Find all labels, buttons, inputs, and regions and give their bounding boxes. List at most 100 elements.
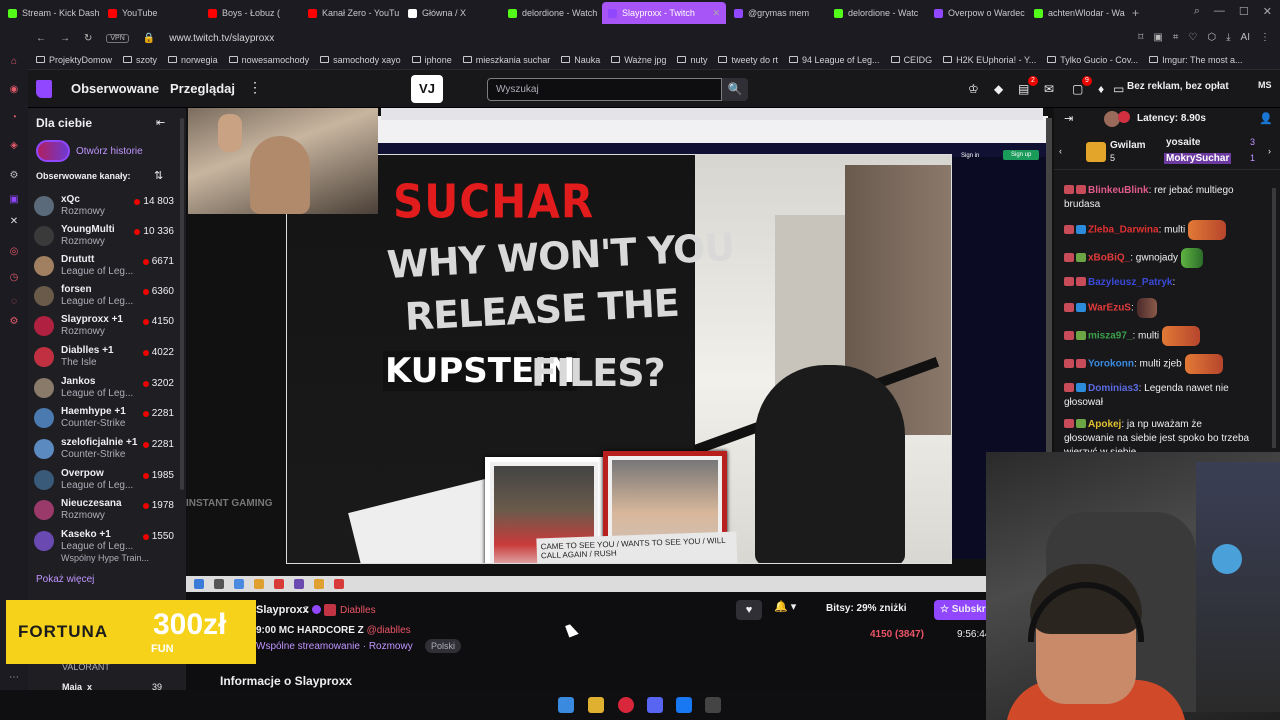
subscribe-button[interactable]: ☆ Subskrybuj <box>934 600 986 620</box>
browser-tab[interactable]: @grymas mem <box>728 2 826 24</box>
inbox-icon[interactable]: ▤ <box>1018 82 1029 96</box>
file-explorer-icon[interactable] <box>588 697 604 713</box>
story-avatar[interactable] <box>36 140 70 162</box>
browser-tab[interactable]: YouTube <box>102 2 200 24</box>
new-tab-button[interactable]: + <box>1132 6 1139 20</box>
chat-username[interactable]: xBoBiQ_ <box>1088 253 1130 264</box>
follow-button[interactable]: ♥ <box>736 600 762 620</box>
browser-tab[interactable]: Stream - Kick Dash <box>2 2 100 24</box>
followed-channel[interactable]: szeloficjalnie +1 Counter-Strike 2281 <box>34 435 174 465</box>
bookmark-item[interactable]: iphone <box>411 55 452 65</box>
followed-channel[interactable]: Kaseko +1 League of Leg... 1550 Wspólny Hyp… <box>34 527 174 563</box>
user-avatar[interactable]: MS <box>1258 80 1272 90</box>
followed-channel[interactable]: xQc Rozmowy 14 803 <box>34 192 174 222</box>
clock-icon[interactable]: ◷ <box>8 272 20 284</box>
minimize-icon[interactable]: — <box>1214 5 1225 18</box>
browser-tab[interactable]: Slayproxx - Twitch ✕ <box>602 2 726 24</box>
bookmark-icon[interactable]: ⌑ <box>1138 32 1143 43</box>
back-icon[interactable]: ← <box>36 33 46 44</box>
sidebar-settings-icon[interactable]: ⚙ <box>8 316 20 328</box>
followed-channel[interactable]: forsen League of Leg... 6360 <box>34 282 174 312</box>
gift-user-3[interactable]: MokrySuchar <box>1164 153 1232 164</box>
bookmark-item[interactable]: nowesamochody <box>228 55 309 65</box>
gift-user-2[interactable]: yosaite <box>1166 137 1200 148</box>
bookmark-item[interactable]: CEIDG <box>890 55 932 65</box>
sponsor-ad[interactable]: FORTUNA 300zł FUN <box>6 600 256 664</box>
bookmark-item[interactable]: szoty <box>123 55 157 65</box>
browser-tab[interactable]: Overpow o Wardec <box>928 2 1026 24</box>
bookmark-item[interactable]: H2K EUphoria! - Y... <box>943 55 1036 65</box>
stream-category[interactable]: Wspólne streamowanie · Rozmowy <box>256 641 413 652</box>
open-stories-link[interactable]: Otwórz historie <box>76 146 143 157</box>
heart-icon[interactable]: ♡ <box>1188 32 1197 43</box>
nav-browse-link[interactable]: Przeglądaj <box>170 81 235 96</box>
browser-tab[interactable]: Boys - Łobuz ( <box>202 2 300 24</box>
browser-tab[interactable]: achtenWlodar - Wa <box>1028 2 1126 24</box>
chevron-right-icon[interactable]: › <box>1268 146 1271 156</box>
search-button[interactable]: 🔍 <box>722 78 748 101</box>
language-tag[interactable]: Polski <box>425 639 462 653</box>
bookmark-item[interactable]: nuty <box>677 55 707 65</box>
followed-channel[interactable]: Overpow League of Leg... 1985 <box>34 466 174 496</box>
prime-icon[interactable]: ♦ <box>1098 82 1104 96</box>
nav-following-link[interactable]: Obserwowane <box>71 81 159 96</box>
chevron-left-icon[interactable]: ‹ <box>1059 146 1062 156</box>
followed-channel[interactable]: Slayproxx +1 Rozmowy 4150 <box>34 312 174 342</box>
bookmark-item[interactable]: samochody xayo <box>320 55 401 65</box>
bookmark-item[interactable]: mieszkania suchar <box>462 55 550 65</box>
extension-logo[interactable]: VJ <box>411 75 443 103</box>
aria-icon[interactable]: AI <box>1241 32 1250 43</box>
settings-icon[interactable]: ⚙ <box>8 170 20 182</box>
chat-username[interactable]: Apokej <box>1088 419 1121 430</box>
menu-icon[interactable]: ⋮ <box>1260 32 1270 43</box>
followed-channel[interactable]: Nieuczesana Rozmowy 1978 <box>34 496 174 526</box>
bits-discount[interactable]: Bitsy: 29% zniżki <box>826 603 907 614</box>
collapse-chat-icon[interactable]: ⇥ <box>1064 112 1073 125</box>
chat-username[interactable]: Bazyleusz_Patryk <box>1088 277 1173 288</box>
close-window-icon[interactable]: ✕ <box>1263 5 1272 18</box>
search-tabs-icon[interactable]: ⌕ <box>1194 5 1200 18</box>
history-icon[interactable]: ◔ <box>8 112 20 124</box>
followed-channel[interactable]: Jankos League of Leg... 3202 <box>34 374 174 404</box>
followed-channel[interactable]: Haemhype +1 Counter-Strike 2281 <box>34 404 174 434</box>
bulb-icon[interactable]: ◌ <box>8 296 20 308</box>
speed-dial-icon[interactable]: ⌂ <box>8 56 20 68</box>
vpn-badge[interactable]: VPN <box>106 33 129 43</box>
browser-tab[interactable]: delordione - Watch <box>502 2 600 24</box>
sidebar-scrollbar[interactable] <box>180 118 184 490</box>
opera-icon[interactable] <box>618 697 634 713</box>
reload-icon[interactable]: ↻ <box>84 33 92 44</box>
bits-icon[interactable]: ◆ <box>994 82 1003 96</box>
twitch-sidebar-icon[interactable]: ▣ <box>8 194 20 206</box>
whispers-icon[interactable]: ▢ <box>1072 82 1083 96</box>
bookmark-item[interactable]: Imgur: The most a... <box>1149 55 1243 65</box>
followed-channel[interactable]: YoungMulti Rozmowy 10 336 <box>34 222 174 252</box>
bookmark-item[interactable]: Ważne jpg <box>611 55 666 65</box>
chat-username[interactable]: misza97_ <box>1088 331 1132 342</box>
app-icon[interactable] <box>705 697 721 713</box>
camera-icon[interactable]: ▣ <box>1153 32 1162 43</box>
sort-icon[interactable]: ⇅ <box>154 169 163 182</box>
windows-start-icon[interactable] <box>558 697 574 713</box>
notifications-button[interactable]: 🔔 ▾ <box>774 600 810 620</box>
show-more-link[interactable]: Pokaż więcej <box>36 574 94 585</box>
stories-row[interactable]: Otwórz historie <box>36 140 143 162</box>
search-input[interactable]: Wyszukaj <box>487 78 722 101</box>
browser-tab[interactable]: delordione - Watc <box>828 2 926 24</box>
download-icon[interactable]: ⤓ <box>1226 32 1230 43</box>
chat-username[interactable]: WarEzuS <box>1088 303 1131 314</box>
more-icon[interactable]: ⋯ <box>8 672 20 684</box>
forward-icon[interactable]: → <box>60 33 70 44</box>
chat-username[interactable]: BlinkeuBlink <box>1088 185 1149 196</box>
bookmark-item[interactable]: Nauka <box>561 55 600 65</box>
chat-username[interactable]: Dominias3 <box>1088 383 1139 394</box>
mail-icon[interactable]: ✉ <box>1044 82 1054 96</box>
url-field[interactable]: www.twitch.tv/slayproxx <box>169 33 274 44</box>
followed-channel[interactable]: Diablles +1 The Isle 4022 <box>34 343 174 373</box>
chat-username[interactable]: Yorokonn <box>1088 359 1134 370</box>
wallet-icon[interactable]: ⌗ <box>1173 32 1179 43</box>
twitch-logo-icon[interactable] <box>36 80 52 98</box>
followed-channel[interactable]: Drututt League of Leg... 6671 <box>34 252 174 282</box>
aria-sidebar-icon[interactable]: ◈ <box>8 140 20 152</box>
browser-tab[interactable]: Główna / X <box>402 2 500 24</box>
